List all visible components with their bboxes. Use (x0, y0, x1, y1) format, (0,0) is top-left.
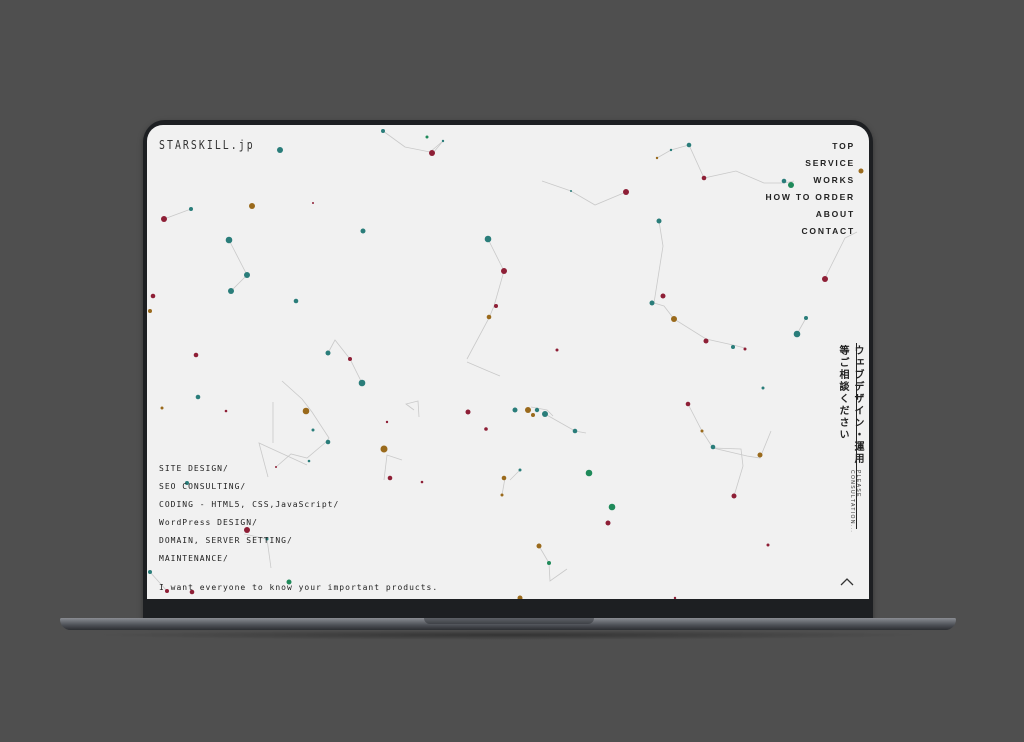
nav-contact[interactable]: CONTACT (766, 223, 855, 240)
chevron-up-icon (840, 578, 854, 586)
consultation-banner[interactable]: ウェブデザイン・運用等ご相談ください PLEASE CONSULTATION..… (835, 345, 865, 533)
nav-service[interactable]: SERVICE (766, 155, 855, 172)
site-logo[interactable]: STARSKILL.jp (159, 138, 255, 152)
tagline: I want everyone to know your important p… (159, 583, 439, 592)
nav-top[interactable]: TOP (766, 138, 855, 155)
service-item: MAINTENANCE/ (159, 554, 229, 563)
browser-screen: STARSKILL.jp TOP SERVICE WORKS HOW TO OR… (147, 125, 869, 599)
main-nav: TOP SERVICE WORKS HOW TO ORDER ABOUT CON… (766, 138, 855, 240)
scroll-top-button[interactable] (839, 574, 855, 590)
laptop-notch (424, 618, 594, 624)
consultation-text-jp: ウェブデザイン・運用等ご相談ください (837, 345, 863, 465)
nav-about[interactable]: ABOUT (766, 206, 855, 223)
service-item: SITE DESIGN/ (159, 464, 229, 473)
service-item: DOMAIN, SERVER SETTING/ (159, 536, 293, 545)
laptop-shadow (90, 630, 926, 640)
service-item: CODING - HTML5, CSS,JavaScript/ (159, 500, 340, 509)
nav-how-to-order[interactable]: HOW TO ORDER (766, 189, 855, 206)
service-list: SITE DESIGN/ SEO CONSULTING/ CODING - HT… (159, 460, 339, 568)
nav-works[interactable]: WORKS (766, 172, 855, 189)
service-item: WordPress DESIGN/ (159, 518, 258, 527)
consultation-text-en: PLEASE CONSULTATION... (849, 469, 861, 534)
service-item: SEO CONSULTING/ (159, 482, 247, 491)
